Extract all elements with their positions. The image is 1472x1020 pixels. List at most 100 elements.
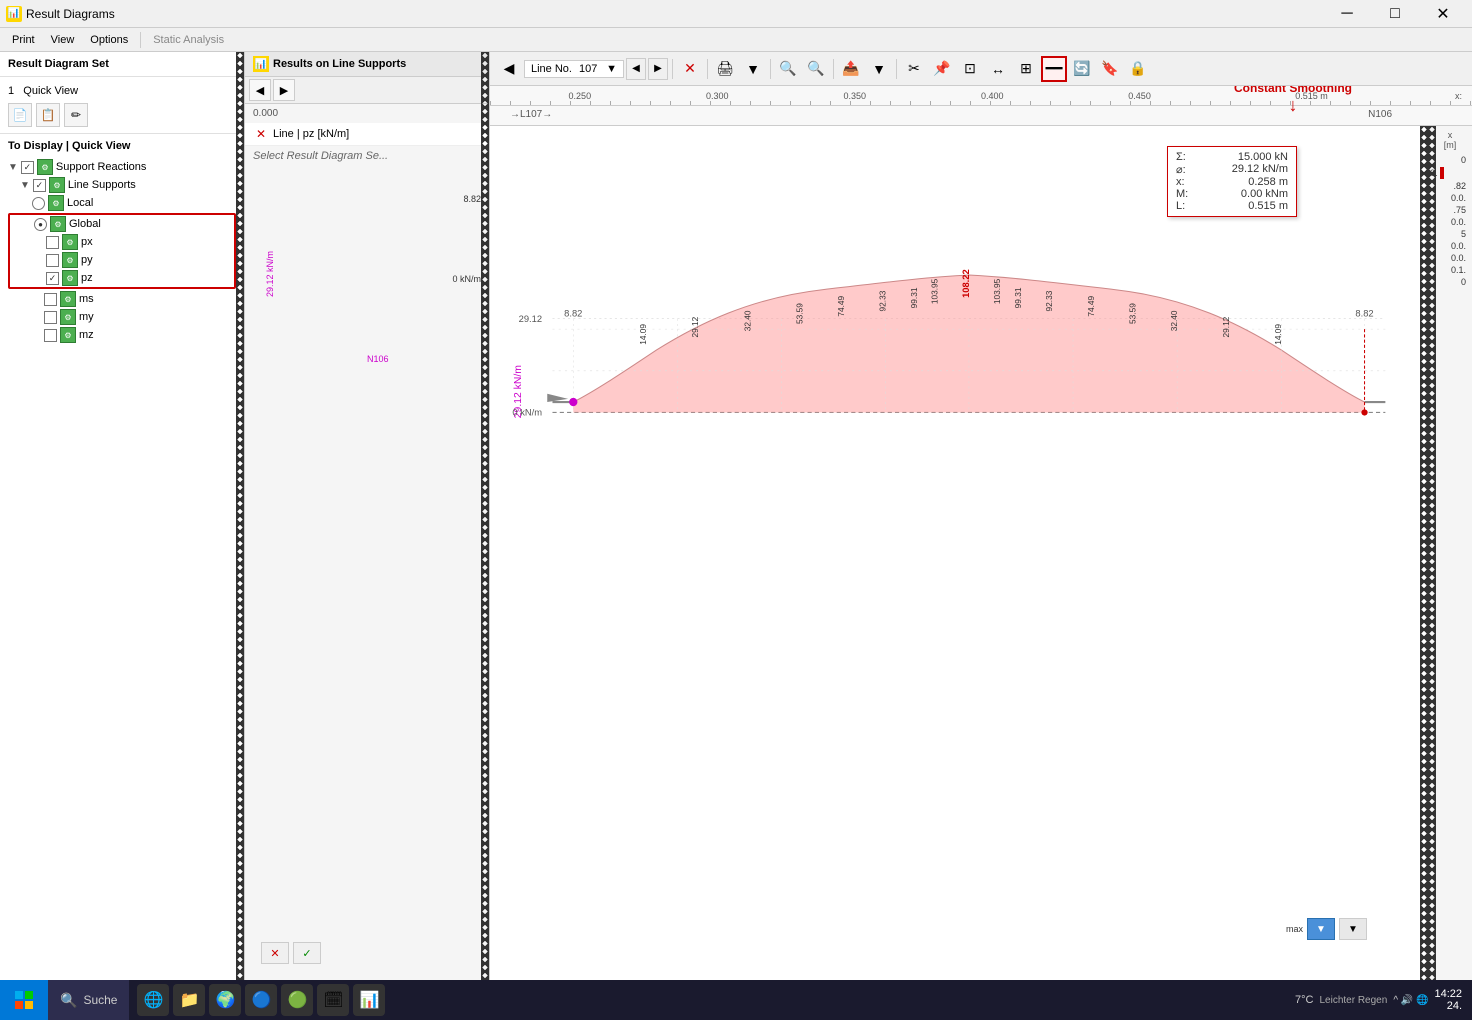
middle-panel-header: 📊 Results on Line Supports bbox=[245, 52, 489, 77]
line-next-button[interactable]: ▶ bbox=[648, 58, 668, 80]
select-result-text: Select Result Diagram Se... bbox=[245, 146, 489, 166]
taskbar-app-5[interactable]: 🟢 bbox=[281, 984, 313, 1016]
global-item[interactable]: ⚙ Global bbox=[10, 215, 234, 233]
taskbar-app-6[interactable]: 🗓 bbox=[317, 984, 349, 1016]
sum-label: Σ: bbox=[1176, 151, 1186, 163]
line-supports-checkbox[interactable] bbox=[33, 179, 46, 192]
minimize-button[interactable]: ─ bbox=[1324, 0, 1370, 28]
bookmark-button[interactable]: 🔖 bbox=[1097, 56, 1123, 82]
zoom-width-button[interactable]: ↔ bbox=[985, 56, 1011, 82]
ms-checkbox[interactable] bbox=[44, 293, 57, 306]
close-x-icon[interactable]: ✕ bbox=[253, 126, 269, 142]
pz-checkbox[interactable] bbox=[46, 272, 59, 285]
my-item[interactable]: ⚙ my bbox=[8, 308, 236, 326]
mz-item[interactable]: ⚙ mz bbox=[8, 326, 236, 344]
static-analysis-label: Static Analysis bbox=[145, 32, 232, 48]
pz-item[interactable]: ⚙ pz bbox=[10, 269, 234, 287]
mz-checkbox[interactable] bbox=[44, 329, 57, 342]
sum-value: 15.000 kN bbox=[1238, 151, 1288, 163]
zoom-out-button[interactable]: 🔍 bbox=[775, 56, 801, 82]
local-item[interactable]: ⚙ Local bbox=[8, 194, 236, 212]
new-diagram-button[interactable]: 📄 bbox=[8, 103, 32, 127]
copy-diagram-button[interactable]: 📋 bbox=[36, 103, 60, 127]
smoothing-button[interactable]: ━━ bbox=[1041, 56, 1067, 82]
search-placeholder: Suche bbox=[83, 993, 117, 1007]
print-options-button[interactable]: ▼ bbox=[740, 56, 766, 82]
filter-min-button[interactable]: ▼ bbox=[1339, 918, 1367, 940]
avg-label: ⌀: bbox=[1176, 163, 1186, 176]
taskbar-app-2[interactable]: 📁 bbox=[173, 984, 205, 1016]
maximize-button[interactable]: □ bbox=[1372, 0, 1418, 28]
px-checkbox[interactable] bbox=[46, 236, 59, 249]
mz-icon: ⚙ bbox=[60, 327, 76, 343]
menu-view[interactable]: View bbox=[43, 32, 83, 48]
nav-right-button[interactable]: ▶ bbox=[273, 79, 295, 101]
py-item[interactable]: ⚙ py bbox=[10, 251, 234, 269]
edit-diagram-button[interactable]: ✏ bbox=[64, 103, 88, 127]
export-button[interactable]: 📤 bbox=[838, 56, 864, 82]
split-button[interactable]: ⊞ bbox=[1013, 56, 1039, 82]
close-button[interactable]: ✕ bbox=[1420, 0, 1466, 28]
line-no-label: Line No. bbox=[531, 63, 572, 75]
delete-action-button[interactable]: ✕ bbox=[261, 942, 289, 964]
line-supports-item[interactable]: ▼ ⚙ Line Supports bbox=[8, 176, 236, 194]
my-checkbox[interactable] bbox=[44, 311, 57, 324]
line-selector[interactable]: Line No. 107 ▼ bbox=[524, 60, 624, 78]
filter-max-button[interactable]: ▼ bbox=[1307, 918, 1335, 940]
start-button[interactable] bbox=[0, 980, 48, 1020]
nav-left-button[interactable]: ◀ bbox=[249, 79, 271, 101]
taskbar-app-4[interactable]: 🔵 bbox=[245, 984, 277, 1016]
date-display: 24. bbox=[1434, 1000, 1462, 1012]
cancel-toolbar-button[interactable]: ✕ bbox=[677, 56, 703, 82]
search-icon: 🔍 bbox=[60, 992, 77, 1009]
svg-text:103.95: 103.95 bbox=[992, 278, 1002, 304]
print-button[interactable]: 🖨 bbox=[712, 56, 738, 82]
local-radio[interactable] bbox=[32, 197, 45, 210]
taskbar-app-3[interactable]: 🌍 bbox=[209, 984, 241, 1016]
ruler-mark-350: 0.350 bbox=[844, 91, 867, 101]
px-label: px bbox=[81, 236, 93, 248]
pz-icon: ⚙ bbox=[62, 270, 78, 286]
line-item[interactable]: ✕ Line | pz [kN/m] bbox=[245, 123, 489, 146]
ms-item[interactable]: ⚙ ms bbox=[8, 290, 236, 308]
global-radio[interactable] bbox=[34, 218, 47, 231]
right-col-val-5: 0.0. bbox=[1430, 217, 1470, 227]
result-set-name: Quick View bbox=[23, 85, 78, 97]
support-reactions-item[interactable]: ▼ ⚙ Support Reactions bbox=[8, 158, 236, 176]
ruler-mark-400: 0.400 bbox=[981, 91, 1004, 101]
zoom-in-button[interactable]: 🔍 bbox=[803, 56, 829, 82]
svg-text:14.09: 14.09 bbox=[1273, 324, 1283, 345]
scissors-button[interactable]: ✂ bbox=[901, 56, 927, 82]
window-icon: 📊 bbox=[6, 6, 22, 22]
chart-area: 29.12 kN/m 0 kN/m 29.12 bbox=[490, 126, 1427, 980]
ruler-mark-250: 0.250 bbox=[569, 91, 592, 101]
result-diagram-set-title: Result Diagram Set bbox=[8, 58, 109, 70]
right-col-val-8: 0.0. bbox=[1430, 253, 1470, 263]
title-bar: 📊 Result Diagrams ─ □ ✕ bbox=[0, 0, 1472, 28]
pin-button[interactable]: 📌 bbox=[929, 56, 955, 82]
svg-text:74.49: 74.49 bbox=[836, 295, 846, 316]
support-reactions-checkbox[interactable] bbox=[21, 161, 34, 174]
menu-print[interactable]: Print bbox=[4, 32, 43, 48]
refresh-button[interactable]: 🔄 bbox=[1069, 56, 1095, 82]
taskbar-app-7[interactable]: 📊 bbox=[353, 984, 385, 1016]
taskbar-app-1[interactable]: 🌐 bbox=[137, 984, 169, 1016]
middle-toolbar: ◀ ▶ bbox=[245, 77, 489, 104]
pz-label: pz bbox=[81, 272, 93, 284]
taskbar-app-icons: 🌐 📁 🌍 🔵 🟢 🗓 📊 bbox=[129, 984, 393, 1016]
svg-text:14.09: 14.09 bbox=[638, 324, 648, 345]
check-action-button[interactable]: ✓ bbox=[293, 942, 321, 964]
px-item[interactable]: ⚙ px bbox=[10, 233, 234, 251]
export-options-button[interactable]: ▼ bbox=[866, 56, 892, 82]
panel-collapse-button[interactable]: ◀ bbox=[496, 56, 522, 82]
lock-button[interactable]: 🔒 bbox=[1125, 56, 1151, 82]
py-checkbox[interactable] bbox=[46, 254, 59, 267]
zoom-fit-button[interactable]: ⊡ bbox=[957, 56, 983, 82]
weather-temp: 7°C bbox=[1295, 994, 1313, 1006]
taskbar: 🔍 Suche 🌐 📁 🌍 🔵 🟢 🗓 📊 7°C Leichter Regen… bbox=[0, 980, 1472, 1020]
taskbar-search[interactable]: 🔍 Suche bbox=[48, 980, 129, 1020]
svg-text:74.49: 74.49 bbox=[1086, 295, 1096, 316]
menu-options[interactable]: Options bbox=[82, 32, 136, 48]
line-prev-button[interactable]: ◀ bbox=[626, 58, 646, 80]
svg-text:92.33: 92.33 bbox=[878, 290, 888, 311]
